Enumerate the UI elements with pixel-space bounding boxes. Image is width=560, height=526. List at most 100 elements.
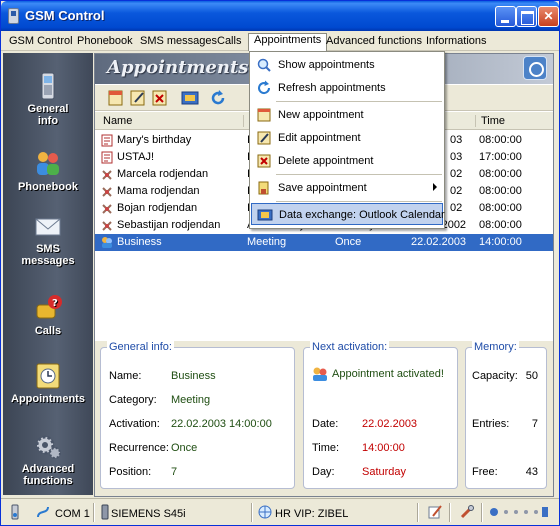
cell-time: 14:00:00 bbox=[479, 236, 522, 248]
app-logo-icon bbox=[523, 56, 547, 80]
label: Position: bbox=[109, 466, 152, 478]
sidebar-item-phonebook[interactable]: Phonebook bbox=[3, 149, 93, 193]
menu-item-label: Edit appointment bbox=[278, 132, 361, 144]
new-appointment-icon[interactable] bbox=[107, 89, 125, 107]
value: Saturday bbox=[362, 466, 407, 478]
appointments-menu: Show appointments Refresh appointments N… bbox=[249, 51, 445, 229]
menu-item-refresh-appointments[interactable]: Refresh appointments bbox=[251, 77, 443, 99]
outlook-icon[interactable] bbox=[181, 89, 199, 107]
menu-informations[interactable]: Informations bbox=[426, 34, 487, 50]
sidebar-item-general-info[interactable]: General info bbox=[3, 71, 93, 127]
panel-title: Memory: bbox=[472, 341, 519, 353]
sidebar-item-sms-messages[interactable]: SMS messages bbox=[3, 211, 93, 267]
value: 14:00:00 bbox=[229, 418, 272, 430]
signal-strength-icon bbox=[490, 507, 548, 517]
value: 14:00:00 bbox=[362, 442, 405, 454]
phone-app-icon bbox=[8, 8, 19, 24]
menu-item-label: Refresh appointments bbox=[278, 82, 386, 94]
cable-icon bbox=[37, 506, 49, 518]
memory-panel: Memory: Capacity: 50 Entries: 7 Free: 43 bbox=[465, 341, 547, 489]
menu-sms-messages[interactable]: SMS messages bbox=[140, 34, 217, 50]
menu-item-edit-appointment[interactable]: Edit appointment bbox=[251, 127, 443, 149]
menu-advanced-functions[interactable]: Advanced functions bbox=[326, 34, 422, 50]
label: Recurrence: bbox=[109, 442, 169, 454]
label: Category: bbox=[109, 394, 157, 406]
sidebar-item-appointments[interactable]: Appointments bbox=[3, 361, 93, 405]
label: Time: bbox=[312, 442, 340, 454]
cell-date: 03 bbox=[450, 134, 463, 146]
sidebar-label: General bbox=[27, 103, 69, 115]
cell-name: USTAJ! bbox=[117, 151, 155, 163]
edit-appointment-icon[interactable] bbox=[129, 89, 147, 107]
minimize-button[interactable] bbox=[495, 6, 516, 27]
menu-phonebook[interactable]: Phonebook bbox=[77, 34, 133, 50]
envelope-icon bbox=[35, 218, 61, 236]
cell-date: 03 bbox=[450, 151, 463, 163]
sidebar-label: Calls bbox=[34, 325, 62, 337]
refresh-icon[interactable] bbox=[209, 89, 227, 107]
menu-item-new-appointment[interactable]: New appointment bbox=[251, 104, 443, 126]
menu-appointments[interactable]: Appointments bbox=[248, 33, 328, 51]
label: Entries: bbox=[472, 418, 510, 430]
people-icon bbox=[37, 152, 59, 175]
label: Free: bbox=[472, 466, 498, 478]
column-header-name[interactable]: Name bbox=[103, 115, 132, 127]
cell-date: 22.02.2003 bbox=[411, 236, 467, 248]
cell-name: Business bbox=[117, 236, 162, 248]
cell-name: Mary's birthday bbox=[117, 134, 192, 146]
cell-name: Marcela rodjendan bbox=[117, 168, 209, 180]
outlook-icon bbox=[257, 209, 273, 221]
column-header-time[interactable]: Time bbox=[481, 115, 505, 127]
calls-icon: ? bbox=[36, 295, 62, 319]
edit-icon[interactable] bbox=[427, 504, 443, 520]
page-title: Appointments bbox=[107, 57, 249, 78]
cell-repeat: Once bbox=[335, 236, 362, 248]
status-bar: COM 1 SIEMENS S45i HR VIP: ZIBEL bbox=[1, 498, 559, 525]
tools-icon[interactable] bbox=[459, 504, 475, 520]
app-window: GSM Control ✕ GSM Control Phonebook SMS … bbox=[0, 0, 560, 526]
cell-time: 08:00:00 bbox=[479, 134, 522, 146]
activation-message: Appointment activated! bbox=[332, 368, 444, 380]
value: 43 bbox=[525, 466, 538, 478]
menu-item-show-appointments[interactable]: Show appointments bbox=[251, 54, 443, 76]
menu-gsm-control[interactable]: GSM Control bbox=[9, 34, 73, 50]
menu-item-label: Delete appointment bbox=[278, 155, 374, 167]
label: Name: bbox=[109, 370, 142, 382]
menu-item-label: New appointment bbox=[278, 109, 364, 121]
menu-separator bbox=[276, 101, 442, 102]
magnifier-icon bbox=[257, 58, 271, 72]
cell-time: 17:00:00 bbox=[479, 151, 522, 163]
menu-separator bbox=[276, 174, 442, 175]
table-row-selected[interactable]: Business Meeting Once 22.02.2003 14:00:0… bbox=[95, 234, 553, 251]
label: Activation: bbox=[109, 418, 160, 430]
memo-icon bbox=[101, 151, 113, 164]
submenu-arrow-icon bbox=[433, 183, 437, 191]
phone-icon bbox=[41, 72, 55, 100]
cell-name: Bojan rodjendan bbox=[117, 202, 198, 214]
column-divider[interactable] bbox=[243, 115, 244, 127]
menu-item-delete-appointment[interactable]: Delete appointment bbox=[251, 150, 443, 172]
value: 22.02.2003 bbox=[362, 418, 418, 430]
menu-item-label: Show appointments bbox=[278, 59, 375, 71]
cell-date: 02 bbox=[450, 185, 463, 197]
sidebar-item-calls[interactable]: ? Calls bbox=[3, 293, 93, 337]
close-button[interactable]: ✕ bbox=[538, 6, 559, 27]
column-divider[interactable] bbox=[475, 115, 476, 127]
delete-appointment-icon[interactable] bbox=[151, 89, 169, 107]
sidebar-item-advanced-functions[interactable]: Advanced functions bbox=[3, 431, 93, 487]
menu-item-data-exchange-outlook[interactable]: Data exchange: Outlook Calendar bbox=[251, 203, 445, 225]
value: Meeting bbox=[171, 394, 211, 406]
maximize-button[interactable] bbox=[516, 6, 537, 27]
birthday-icon bbox=[102, 221, 112, 231]
menu-calls[interactable]: Calls bbox=[217, 34, 241, 50]
sidebar: General info Phonebook SMS messages ? Ca… bbox=[3, 53, 93, 495]
menu-item-save-appointment[interactable]: Save appointment bbox=[251, 177, 443, 199]
title-bar[interactable]: GSM Control ✕ bbox=[1, 1, 559, 31]
cell-time: 08:00:00 bbox=[479, 202, 522, 214]
cell-name: Mama rodjendan bbox=[117, 185, 200, 197]
label: Capacity: bbox=[472, 370, 518, 382]
general-info-panel: General info: Name: Business Category: M… bbox=[100, 341, 295, 489]
sidebar-label: Phonebook bbox=[18, 181, 78, 193]
birthday-icon bbox=[102, 170, 112, 180]
panel-title: Next activation: bbox=[310, 341, 390, 353]
